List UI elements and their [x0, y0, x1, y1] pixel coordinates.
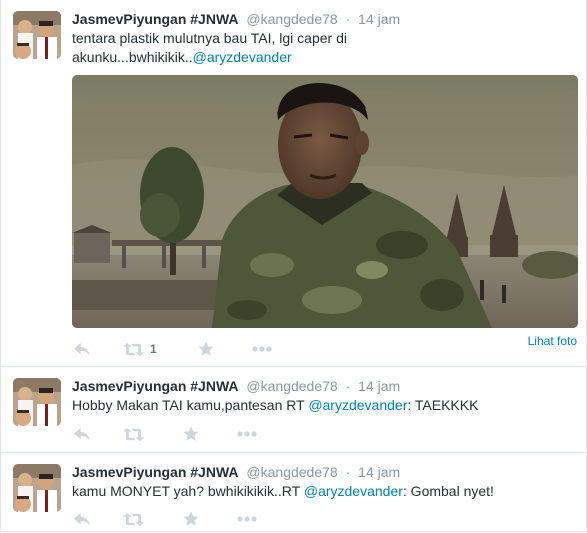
- tweet-timestamp[interactable]: 14 jam: [358, 11, 400, 27]
- user-fullname[interactable]: JasmevPiyungan #JNWA: [72, 464, 239, 480]
- star-icon[interactable]: [198, 339, 214, 359]
- view-photo-link[interactable]: Lihat foto: [528, 334, 577, 348]
- tweet-header: JasmevPiyungan #JNWA @kangdede78 · 14 ja…: [72, 378, 400, 394]
- separator-dot: ·: [345, 378, 351, 394]
- user-fullname[interactable]: JasmevPiyungan #JNWA: [72, 378, 239, 394]
- avatar[interactable]: [13, 378, 61, 426]
- user-fullname[interactable]: JasmevPiyungan #JNWA: [72, 11, 239, 27]
- star-icon[interactable]: [183, 509, 199, 529]
- reply-icon[interactable]: [73, 509, 92, 529]
- retweet-icon[interactable]: [123, 424, 144, 444]
- star-icon[interactable]: [183, 424, 199, 444]
- more-icon[interactable]: [237, 424, 257, 444]
- avatar[interactable]: [13, 11, 61, 59]
- separator-dot: ·: [345, 464, 351, 480]
- retweet-icon[interactable]: [123, 509, 144, 529]
- tweet-timestamp[interactable]: 14 jam: [358, 464, 400, 480]
- mention-link[interactable]: @aryzdevander: [193, 49, 292, 65]
- mention-link[interactable]: @aryzdevander: [304, 483, 403, 499]
- tweet-text-segment: : TAEKKKK: [407, 397, 479, 413]
- tweet-timestamp[interactable]: 14 jam: [358, 378, 400, 394]
- tweet-text-line: akunku...bwhikikik..@aryzdevander: [72, 48, 572, 67]
- tweet-text-line: tentara plastik mulutnya bau TAI, lgi ca…: [72, 30, 347, 46]
- tweet-2[interactable]: JasmevPiyungan #JNWA @kangdede78 · 14 ja…: [0, 367, 587, 453]
- reply-icon[interactable]: [73, 424, 92, 444]
- tweet-header: JasmevPiyungan #JNWA @kangdede78 · 14 ja…: [72, 11, 400, 27]
- tweet-text: kamu MONYET yah? bwhikikikik..RT @aryzde…: [72, 482, 572, 501]
- user-handle[interactable]: @kangdede78: [246, 378, 337, 394]
- retweet-button[interactable]: 1: [123, 339, 157, 359]
- tweet-header: JasmevPiyungan #JNWA @kangdede78 · 14 ja…: [72, 464, 400, 480]
- tweet-1[interactable]: JasmevPiyungan #JNWA @kangdede78 · 14 ja…: [0, 0, 587, 366]
- avatar[interactable]: [13, 464, 61, 512]
- tweet-text-segment: Hobby Makan TAI kamu,pantesan RT: [72, 397, 309, 413]
- mention-link[interactable]: @aryzdevander: [308, 397, 407, 413]
- tweet-text: tentara plastik mulutnya bau TAI, lgi ca…: [72, 29, 572, 67]
- tweet-text-segment: kamu MONYET yah? bwhikikikik..RT: [72, 483, 304, 499]
- user-handle[interactable]: @kangdede78: [246, 11, 337, 27]
- reply-icon[interactable]: [73, 339, 92, 359]
- photo-image: [72, 75, 578, 328]
- retweet-icon: [123, 342, 144, 357]
- more-icon[interactable]: [252, 339, 272, 359]
- tweet-text: Hobby Makan TAI kamu,pantesan RT @aryzde…: [72, 396, 572, 415]
- tweet-text-segment: akunku...bwhikikik..: [72, 49, 193, 65]
- separator-dot: ·: [345, 11, 351, 27]
- more-icon[interactable]: [237, 509, 257, 529]
- user-handle[interactable]: @kangdede78: [246, 464, 337, 480]
- tweet-photo[interactable]: [72, 75, 578, 328]
- tweet-3[interactable]: JasmevPiyungan #JNWA @kangdede78 · 14 ja…: [0, 453, 587, 533]
- retweet-count: 1: [150, 342, 157, 356]
- tweet-text-segment: : Gombal nyet!: [402, 483, 494, 499]
